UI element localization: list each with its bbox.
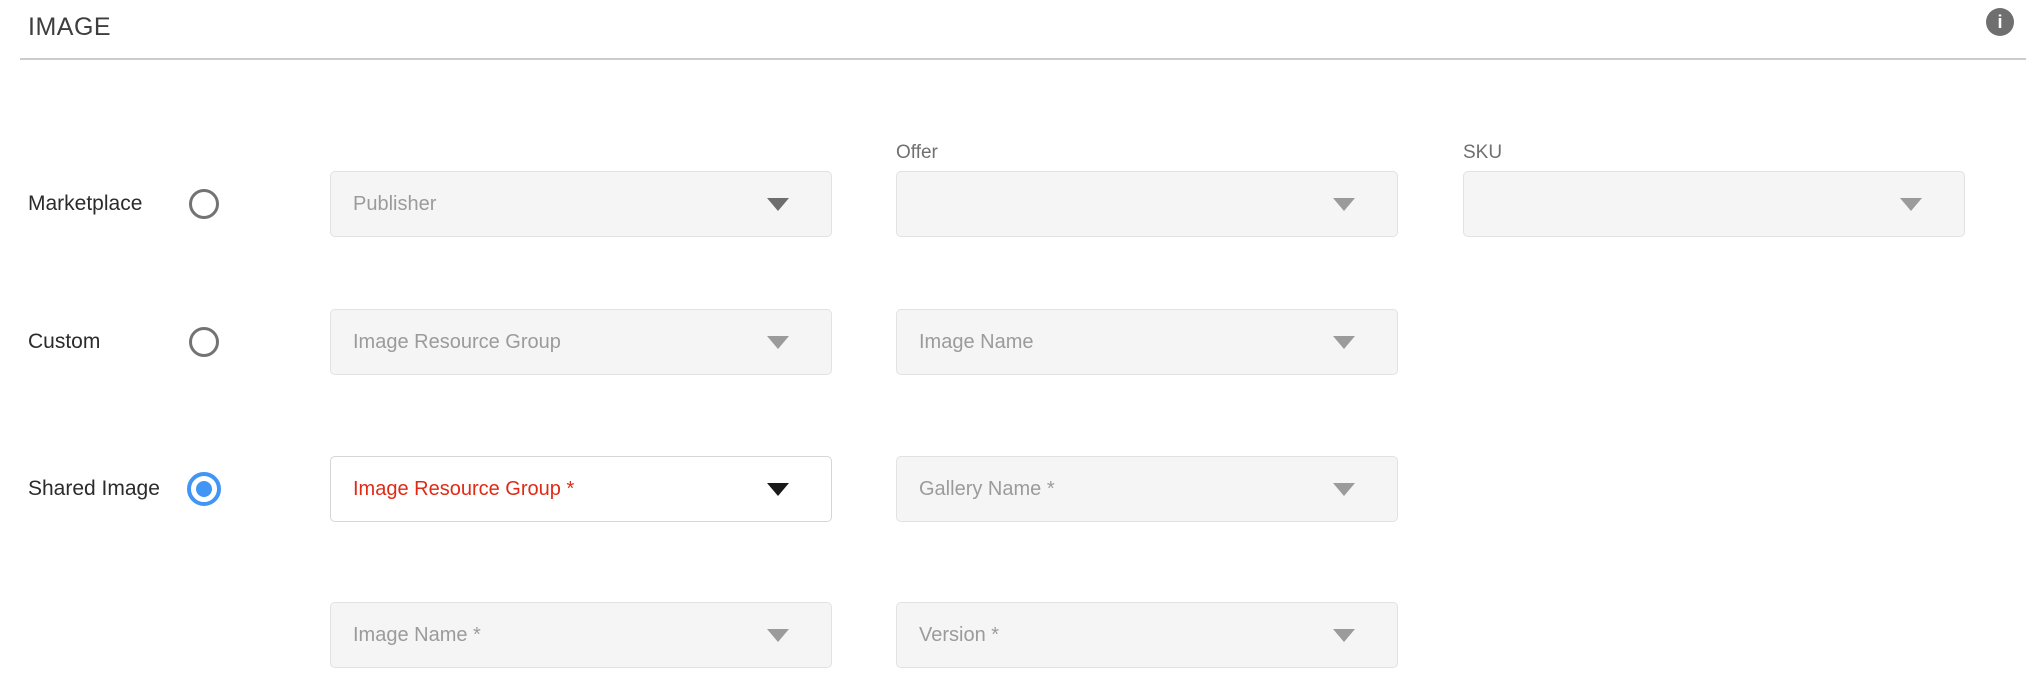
- info-icon[interactable]: i: [1986, 8, 2014, 36]
- custom-radio[interactable]: [189, 327, 219, 357]
- header-divider: [20, 58, 2026, 60]
- offer-dropdown[interactable]: [896, 171, 1398, 237]
- custom-image-name-dropdown[interactable]: Image Name: [896, 309, 1398, 375]
- version-dropdown[interactable]: Version *: [896, 602, 1398, 668]
- offer-label: Offer: [896, 142, 938, 164]
- shared-image-label: Shared Image: [28, 474, 160, 504]
- chevron-down-icon: [767, 483, 789, 496]
- shared-image-name-placeholder: Image Name *: [353, 624, 767, 647]
- chevron-down-icon: [1333, 198, 1355, 211]
- chevron-down-icon: [1333, 629, 1355, 642]
- chevron-down-icon: [1333, 483, 1355, 496]
- custom-image-name-placeholder: Image Name: [919, 331, 1333, 354]
- marketplace-radio[interactable]: [189, 189, 219, 219]
- publisher-dropdown[interactable]: Publisher: [330, 171, 832, 237]
- chevron-down-icon: [1900, 198, 1922, 211]
- publisher-placeholder: Publisher: [353, 193, 767, 216]
- gallery-name-dropdown[interactable]: Gallery Name *: [896, 456, 1398, 522]
- section-title: IMAGE: [28, 13, 111, 42]
- shared-image-resource-group-dropdown[interactable]: Image Resource Group *: [330, 456, 832, 522]
- chevron-down-icon: [767, 629, 789, 642]
- custom-image-resource-group-placeholder: Image Resource Group: [353, 331, 767, 354]
- shared-image-name-dropdown[interactable]: Image Name *: [330, 602, 832, 668]
- chevron-down-icon: [1333, 336, 1355, 349]
- gallery-name-placeholder: Gallery Name *: [919, 478, 1333, 501]
- sku-label: SKU: [1463, 142, 1502, 164]
- chevron-down-icon: [767, 336, 789, 349]
- shared-image-radio[interactable]: [187, 472, 221, 506]
- sku-dropdown[interactable]: [1463, 171, 1965, 237]
- custom-image-resource-group-dropdown[interactable]: Image Resource Group: [330, 309, 832, 375]
- version-placeholder: Version *: [919, 624, 1333, 647]
- shared-image-resource-group-placeholder: Image Resource Group *: [353, 478, 767, 501]
- marketplace-label: Marketplace: [28, 189, 142, 219]
- custom-label: Custom: [28, 327, 100, 357]
- image-section: IMAGE i Marketplace Publisher Offer SKU …: [0, 0, 2044, 686]
- chevron-down-icon: [767, 198, 789, 211]
